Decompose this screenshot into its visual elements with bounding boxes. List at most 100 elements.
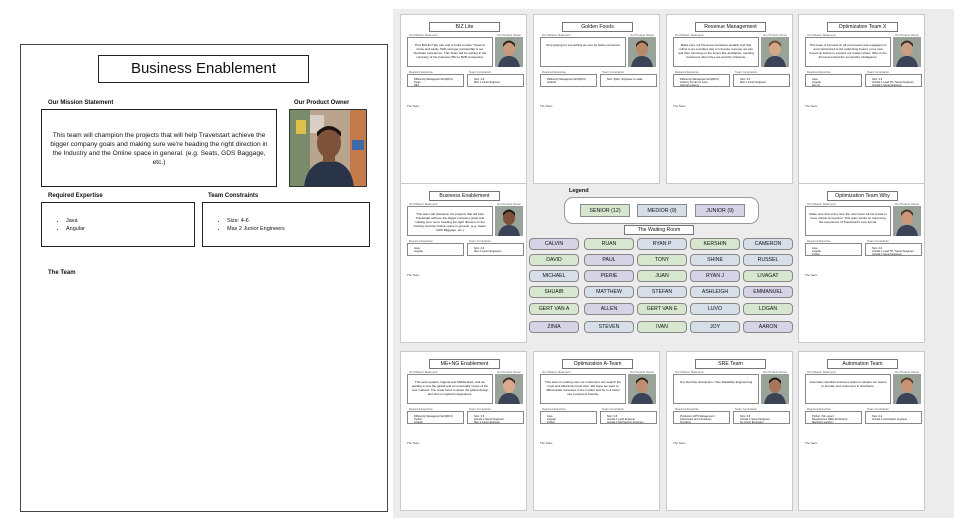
thumb-team-label: The Team: [673, 441, 686, 445]
thumb-owner-photo: [628, 37, 656, 67]
thumb-owner-photo: [893, 206, 921, 236]
thumb-owner-photo: [495, 37, 523, 67]
person-zinia[interactable]: ZINIA: [529, 321, 579, 333]
thumb-mission: Make sure our Revenue increases steadily…: [673, 37, 759, 67]
expertise-label: Required Expertise: [48, 193, 103, 199]
person-kershin[interactable]: KERSHIN: [690, 238, 740, 250]
person-calvin[interactable]: CALVIN: [529, 238, 579, 250]
person-joy[interactable]: JOY: [690, 321, 740, 333]
thumb-expertise-box: JavaAngularDev AIPythonAngular: [805, 74, 862, 87]
constraint-item: Size: 4-6: [227, 217, 363, 225]
person-emmanuel[interactable]: EMMANUEL: [743, 286, 793, 298]
person-juan[interactable]: JUAN: [637, 270, 687, 282]
person-steven[interactable]: STEVEN: [584, 321, 634, 333]
thumb-title: Optimization Team Why: [827, 191, 898, 201]
thumb-team-label: The Team: [407, 273, 420, 277]
person-ruan[interactable]: RUAN: [584, 238, 634, 250]
person-pierie[interactable]: PIERIE: [584, 270, 634, 282]
person-luvo[interactable]: LUVO: [690, 303, 740, 315]
person-stefan[interactable]: STEFAN: [637, 286, 687, 298]
thumb-team-label: The Team: [805, 104, 818, 108]
thumb-owner-photo: [761, 374, 789, 404]
thumb-mission: Stop paying for everything we can do bet…: [540, 37, 626, 67]
team-label: The Team: [48, 270, 76, 276]
person-cameron[interactable]: CAMERON: [743, 238, 793, 250]
thumb-constraint-item: Include 1 Mid Security Engineer: [607, 421, 644, 424]
thumb-mission: Our DevOps champions / Site Reliability …: [673, 374, 759, 404]
thumb-mission: This team guards, Nigeria and Middle Eas…: [407, 374, 493, 404]
person-michael[interactable]: MICHAEL: [529, 270, 579, 282]
person-livagat[interactable]: LIVAGAT: [743, 270, 793, 282]
thumb-title: SRE Team: [695, 359, 766, 369]
thumb-constraints-box: Size: 3-4 Include 1 Automation engineer: [865, 411, 922, 424]
team-slide-thumbnail[interactable]: Optimization Team Why Our Mission Statem…: [798, 183, 925, 343]
person-gert-van-e[interactable]: GERT VAN E: [637, 303, 687, 315]
thumb-title: Optimization A-Team: [562, 359, 633, 369]
thumb-expertise-box: Differently Manage(ed Vert)(RFO) Python An…: [407, 411, 464, 424]
thumb-constraint-item: Size: 3(ish) / Engineer to make: [607, 78, 643, 81]
thumb-title: ME+NG Enablement: [429, 359, 500, 369]
thumb-constraint-item: Include 1 Senior Engineer: [872, 84, 902, 87]
thumb-constraints-box: Size: 3-5 Include 1 Senior Engineer No Jun…: [733, 411, 790, 424]
thumb-mission: Automate repetitive business tasks to re…: [805, 374, 891, 404]
thumb-owner-photo: [893, 37, 921, 67]
thumb-expertise-box: Production OPS Management Kubernetes and …: [673, 411, 730, 424]
thumb-constraint-item: Include 1 Senior Engineer: [872, 253, 902, 256]
thumb-constraints-box: Size: 3-5 Include 1 Senior Engineer Max 1 …: [467, 411, 524, 424]
thumb-expertise-item: Dev AI: [812, 84, 820, 87]
slide-title: Business Enablement: [98, 55, 309, 83]
thumb-team-label: The Team: [407, 104, 420, 108]
avatar: [893, 37, 921, 67]
person-paul[interactable]: PAUL: [584, 254, 634, 266]
thumb-title: Golden Foods: [562, 22, 633, 32]
thumb-constraints-box: Size: 4-6 Max 2 Junior Engineers: [467, 243, 524, 256]
person-david[interactable]: DAVID: [529, 254, 579, 266]
person-matthew[interactable]: MATTHEW: [584, 286, 634, 298]
person-allen[interactable]: ALLEN: [584, 303, 634, 315]
team-slide-thumbnail[interactable]: Golden Foods Our Mission Statement Our P…: [533, 14, 660, 184]
person-shuaib[interactable]: SHUAIB: [529, 286, 579, 298]
thumb-expertise-item: Android: [547, 81, 556, 85]
person-russel[interactable]: RUSSEL: [743, 254, 793, 266]
person-ashleigh[interactable]: ASHLEIGH: [690, 286, 740, 298]
thumb-owner-photo: [628, 374, 656, 404]
thumb-expertise-box: Differently Manage(ed Vert)(RFO) Industry…: [673, 74, 730, 87]
thumb-expertise-item: Machine Learning: [812, 421, 833, 424]
thumb-mission: This team is making sure our customers c…: [540, 374, 626, 404]
team-slide-thumbnail[interactable]: Automation Team Our Mission Statement Ou…: [798, 351, 925, 511]
team-slide-thumbnail[interactable]: ME+NG Enablement Our Mission Statement O…: [400, 351, 527, 511]
person-tony[interactable]: TONY: [637, 254, 687, 266]
thumb-expertise-box: JavaAngularPythonAngular: [540, 411, 597, 424]
thumb-constraint-item: No Junior Engineers: [740, 421, 764, 424]
team-slide-thumbnail[interactable]: Optimization A-Team Our Mission Statemen…: [533, 351, 660, 511]
thumb-constraint-item: Include 1 Automation engineer: [872, 418, 908, 422]
person-gert-van-a[interactable]: GERT VAN A: [529, 303, 579, 315]
person-ivan[interactable]: IVAN: [637, 321, 687, 333]
thumb-constraints-box: Size: 4-6 Include 1 Lead TP / Senior Engi…: [865, 243, 922, 256]
team-slide-thumbnail[interactable]: BIZ Lite Our Mission Statement Our Produ…: [400, 14, 527, 184]
thumb-team-label: The Team: [673, 104, 686, 108]
avatar: [495, 37, 523, 67]
thumb-expertise-item: Internal systems: [680, 84, 699, 87]
expertise-item: Java: [66, 217, 188, 225]
person-aaron[interactable]: AARON: [743, 321, 793, 333]
person-ryan-j[interactable]: RYAN J: [690, 270, 740, 282]
expertise-item: Angular: [66, 225, 188, 233]
thumb-constraint-item: Max 1 Junior Engineer: [740, 81, 766, 85]
team-slide-thumbnail[interactable]: Optimization Team X Our Mission Statemen…: [798, 14, 925, 184]
person-ryan-p[interactable]: RYAN P: [637, 238, 687, 250]
team-slide-thumbnail[interactable]: SRE Team Our Mission Statement Our Produ…: [666, 351, 793, 511]
team-slide-thumbnail[interactable]: Revenue Management Our Mission Statement…: [666, 14, 793, 184]
thumb-team-label: The Team: [540, 441, 553, 445]
thumb-title: Automation Team: [827, 359, 898, 369]
thumb-constraint-item: Max 1 Junior Engineer: [474, 421, 500, 424]
team-slide-thumbnail[interactable]: Business Enablement Our Mission Statemen…: [400, 183, 527, 343]
thumb-expertise-box: Java Angular: [407, 243, 464, 256]
mission-label: Our Mission Statement: [48, 100, 114, 106]
constraints-box: Size: 4-6 Max 2 Junior Engineers: [202, 202, 370, 247]
thumb-mission: This team is focused on all cross-team a…: [805, 37, 891, 67]
person-logan[interactable]: LOGAN: [743, 303, 793, 315]
person-shine[interactable]: SHINE: [690, 254, 740, 266]
thumb-owner-photo: [761, 37, 789, 67]
thumb-expertise-item: Terraform: [680, 421, 692, 424]
